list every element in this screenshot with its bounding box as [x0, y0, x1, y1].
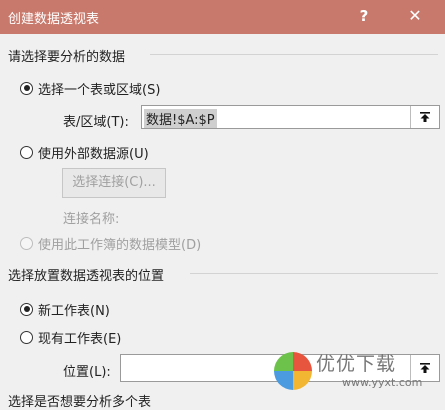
location-label: 位置(L): — [63, 365, 111, 380]
radio-unchecked-icon[interactable] — [20, 145, 33, 159]
range-collapse-button[interactable] — [410, 106, 439, 128]
section-header-location: 选择放置数据透视表的位置 — [8, 269, 165, 284]
radio-select-table-range[interactable]: 选择一个表或区域(S) — [20, 79, 161, 98]
radio-label: 选择一个表或区域(S) — [38, 82, 161, 98]
help-button[interactable]: ? — [350, 4, 378, 28]
choose-connection-button[interactable]: 选择连接(C)... — [62, 168, 166, 198]
watermark-text: 优优下载 — [316, 353, 397, 375]
radio-data-model[interactable]: 使用此工作簿的数据模型(D) — [20, 234, 202, 253]
separator — [150, 54, 438, 55]
section-header-data: 请选择要分析的数据 — [8, 50, 126, 65]
radio-external-source[interactable]: 使用外部数据源(U) — [20, 143, 149, 162]
range-input[interactable]: 数据!$A:$P — [141, 105, 440, 129]
radio-existing-sheet[interactable]: 现有工作表(E) — [20, 328, 122, 347]
radio-checked-icon[interactable] — [20, 302, 33, 316]
radio-label: 使用外部数据源(U) — [38, 146, 149, 162]
upload-arrow-icon — [420, 112, 430, 122]
radio-unchecked-icon[interactable] — [20, 330, 33, 344]
watermark: 优优下载 www.yyxt.com — [272, 350, 444, 396]
radio-checked-icon[interactable] — [20, 81, 33, 95]
separator — [190, 273, 438, 274]
radio-label: 新工作表(N) — [38, 303, 110, 319]
watermark-logo-icon — [274, 352, 312, 390]
radio-disabled-icon[interactable] — [20, 236, 33, 250]
radio-label: 现有工作表(E) — [38, 331, 122, 347]
range-value: 数据!$A:$P — [144, 109, 217, 128]
watermark-url: www.yyxt.com — [342, 376, 423, 389]
title-bar: 创建数据透视表 ? ✕ — [0, 0, 445, 34]
range-label: 表/区域(T): — [63, 115, 129, 130]
radio-label: 使用此工作簿的数据模型(D) — [38, 237, 202, 253]
dialog-title: 创建数据透视表 — [8, 12, 100, 27]
radio-new-sheet[interactable]: 新工作表(N) — [20, 300, 110, 319]
connection-name-label: 连接名称: — [63, 212, 120, 227]
close-button[interactable]: ✕ — [401, 4, 429, 28]
